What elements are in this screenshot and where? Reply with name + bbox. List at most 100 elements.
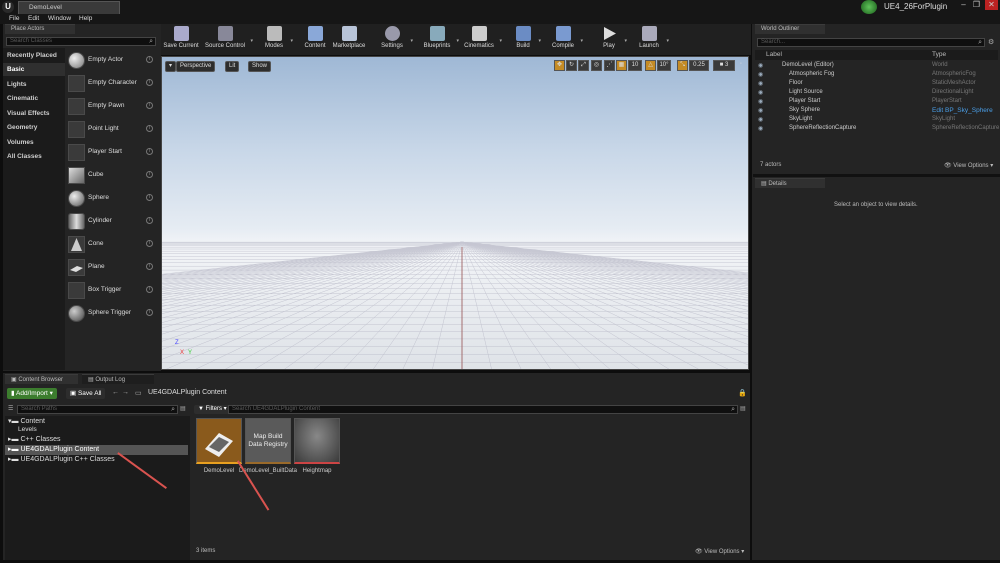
translate-tool-icon[interactable]: ✥	[554, 60, 565, 71]
category-volumes[interactable]: Volumes	[7, 139, 34, 146]
tab-details[interactable]: ▤ Details	[755, 178, 825, 188]
actor-item-cube[interactable]: Cube i	[66, 165, 158, 186]
show-button[interactable]: Show	[248, 61, 272, 72]
surface-snap-icon[interactable]: ⋰	[604, 60, 615, 71]
info-icon[interactable]: i	[146, 56, 153, 63]
category-recently-placed[interactable]: Recently Placed	[7, 52, 57, 59]
asset-thumb-demolevel[interactable]	[196, 418, 242, 464]
unreal-logo-icon[interactable]: U	[2, 1, 14, 13]
scale-snap-icon[interactable]: ⤡	[677, 60, 688, 71]
outliner-row[interactable]: ◉ Light Source DirectionalLight	[758, 89, 998, 98]
info-icon[interactable]: i	[146, 79, 153, 86]
category-lights[interactable]: Lights	[7, 81, 27, 88]
tab-world-outliner[interactable]: World Outliner	[755, 24, 825, 34]
play-button[interactable]: Play ▾	[597, 26, 627, 54]
tab-content-browser[interactable]: ▣ Content Browser	[5, 374, 78, 384]
build-button[interactable]: Build ▾	[511, 26, 541, 54]
forward-arrow-icon[interactable]: →	[122, 389, 129, 396]
panel-splitter[interactable]	[753, 174, 1000, 177]
eye-icon[interactable]: ◉	[758, 89, 763, 96]
blueprints-button[interactable]: Blueprints ▾	[421, 26, 459, 54]
edit-blueprint-link[interactable]: Edit BP_Sky_Sphere	[932, 107, 993, 114]
compile-button[interactable]: Compile ▾	[549, 26, 583, 54]
actor-item-empty-character[interactable]: Empty Character i	[66, 73, 158, 94]
actor-item-sphere[interactable]: Sphere i	[66, 188, 158, 209]
eye-icon[interactable]: ◉	[758, 80, 763, 87]
search-assets-input[interactable]: Search UE4GDALPlugin Content ⌕	[228, 405, 738, 414]
asset-view-toggle-icon[interactable]: ▤	[740, 405, 746, 412]
outliner-row[interactable]: ◉ Player Start PlayerStart	[758, 98, 998, 107]
tree-item-plugin-content[interactable]: ▸▬ UE4GDALPlugin Content	[8, 445, 99, 453]
outliner-col-type[interactable]: Type	[932, 51, 946, 58]
tree-item-levels[interactable]: Levels	[18, 426, 37, 433]
menu-edit[interactable]: Edit	[28, 15, 39, 22]
viewport-options-button[interactable]: ▾	[165, 61, 177, 72]
info-icon[interactable]: i	[146, 125, 153, 132]
actor-item-sphere-trigger[interactable]: Sphere Trigger i	[66, 303, 158, 324]
info-icon[interactable]: i	[146, 240, 153, 247]
add-import-button[interactable]: ▮ Add/Import ▾	[7, 388, 57, 399]
info-icon[interactable]: i	[146, 194, 153, 201]
content-view-options[interactable]: 👁 View Options ▾	[695, 548, 744, 555]
menu-file[interactable]: File	[9, 15, 19, 22]
asset-thumb-builtdata[interactable]: Map Build Data Registry	[245, 418, 291, 464]
outliner-view-options[interactable]: 👁 View Options ▾	[944, 162, 993, 169]
launch-button[interactable]: Launch ▾	[635, 26, 669, 54]
asset-thumb-heightmap[interactable]	[294, 418, 340, 464]
info-icon[interactable]: i	[146, 148, 153, 155]
category-basic[interactable]: Basic	[7, 66, 24, 73]
tree-item-cpp-classes[interactable]: ▸▬ C++ Classes	[8, 435, 61, 443]
camera-speed-button[interactable]: ■ 3	[713, 60, 735, 71]
eye-icon[interactable]: ◉	[758, 116, 763, 123]
actor-item-empty-pawn[interactable]: Empty Pawn i	[66, 96, 158, 117]
grid-snap-icon[interactable]: ▦	[616, 60, 627, 71]
eye-icon[interactable]: ◉	[758, 107, 763, 114]
level-viewport[interactable]: ▾ Perspective Lit Show ✥ ↻ ⤢ ◎ ⋰ ▦ 10 △ …	[161, 56, 749, 370]
category-cinematic[interactable]: Cinematic	[7, 95, 38, 102]
lit-button[interactable]: Lit	[225, 61, 240, 72]
info-icon[interactable]: i	[146, 217, 153, 224]
info-icon[interactable]: i	[146, 286, 153, 293]
actor-item-plane[interactable]: Plane i	[66, 257, 158, 278]
info-icon[interactable]: i	[146, 102, 153, 109]
actor-item-player-start[interactable]: Player Start i	[66, 142, 158, 163]
breadcrumb-path[interactable]: UE4GDALPlugin Content	[148, 389, 227, 396]
outliner-col-label[interactable]: Label	[766, 51, 782, 58]
outliner-row[interactable]: ◉ Atmospheric Fog AtmosphericFog	[758, 71, 998, 80]
save-all-button[interactable]: ▣ Save All	[66, 388, 106, 399]
tree-item-content[interactable]: ▾▬ Content	[8, 417, 45, 425]
actor-item-point-light[interactable]: Point Light i	[66, 119, 158, 140]
close-window-button[interactable]: ✕	[985, 0, 998, 10]
actor-item-box-trigger[interactable]: Box Trigger i	[66, 280, 158, 301]
menu-help[interactable]: Help	[79, 15, 92, 22]
modes-button[interactable]: Modes ▾	[261, 26, 293, 54]
info-icon[interactable]: i	[146, 171, 153, 178]
outliner-row[interactable]: ◉ Floor StaticMeshActor	[758, 80, 998, 89]
filters-button[interactable]: ▼ Filters ▾	[194, 405, 231, 414]
source-control-button[interactable]: Source Control ▾	[203, 26, 253, 54]
rotation-snap-value[interactable]: 10°	[657, 60, 671, 71]
perspective-button[interactable]: Perspective	[176, 61, 216, 72]
scale-tool-icon[interactable]: ⤢	[578, 60, 589, 71]
actor-item-empty-actor[interactable]: Empty Actor i	[66, 50, 158, 71]
minimize-button[interactable]: –	[957, 0, 970, 10]
outliner-row[interactable]: ◉ Sky Sphere Edit BP_Sky_Sphere	[758, 107, 998, 116]
outliner-search-input[interactable]: Search... ⌕	[757, 38, 985, 47]
sources-toggle-icon[interactable]: ☰	[8, 405, 13, 412]
restore-button[interactable]: ❐	[970, 0, 983, 10]
level-document-tab[interactable]: DemoLevel	[18, 1, 120, 14]
eye-icon[interactable]: ◉	[758, 98, 763, 105]
menu-window[interactable]: Window	[48, 15, 71, 22]
info-icon[interactable]: i	[146, 309, 153, 316]
rotate-tool-icon[interactable]: ↻	[566, 60, 577, 71]
category-all-classes[interactable]: All Classes	[7, 153, 42, 160]
back-arrow-icon[interactable]: ←	[112, 389, 119, 396]
outliner-settings-icon[interactable]: ⚙	[988, 38, 994, 46]
outliner-row[interactable]: ◉ SphereReflectionCapture SphereReflection…	[758, 125, 999, 134]
info-icon[interactable]: i	[146, 263, 153, 270]
tab-place-actors[interactable]: Place Actors	[5, 24, 75, 34]
tree-item-plugin-cpp-classes[interactable]: ▸▬ UE4GDALPlugin C++ Classes	[8, 455, 115, 463]
outliner-row[interactable]: ◉ SkyLight SkyLight	[758, 116, 998, 125]
maximize-viewport-icon[interactable]: ◦	[737, 60, 745, 71]
category-geometry[interactable]: Geometry	[7, 124, 37, 131]
